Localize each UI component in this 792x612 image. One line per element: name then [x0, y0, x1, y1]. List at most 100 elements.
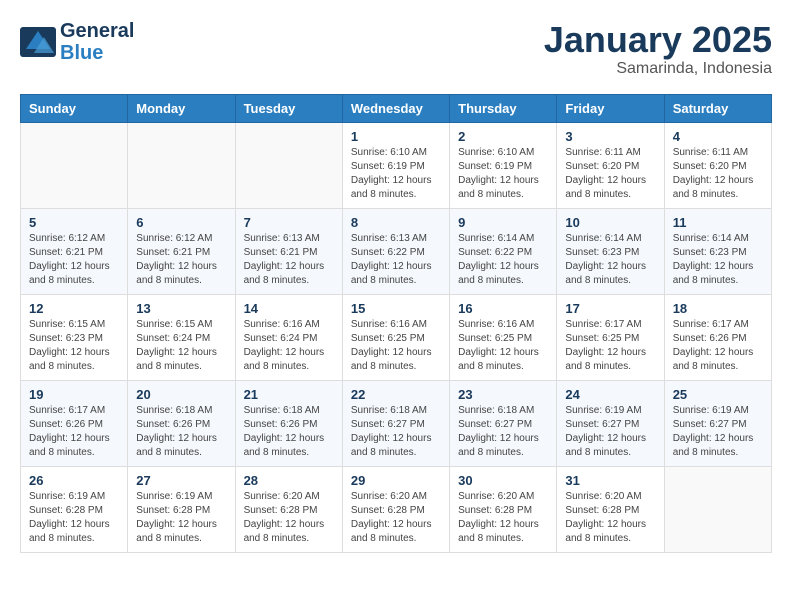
day-number: 30	[458, 473, 548, 488]
day-number: 3	[565, 129, 655, 144]
calendar-cell: 12 Sunrise: 6:15 AM Sunset: 6:23 PM Dayli…	[21, 294, 128, 380]
day-info: Sunrise: 6:13 AM Sunset: 6:22 PM Dayligh…	[351, 232, 441, 288]
day-info: Sunrise: 6:10 AM Sunset: 6:19 PM Dayligh…	[351, 146, 441, 202]
day-number: 6	[136, 215, 226, 230]
calendar-header-row: SundayMondayTuesdayWednesdayThursdayFrid…	[21, 94, 772, 122]
calendar-cell: 14 Sunrise: 6:16 AM Sunset: 6:24 PM Dayli…	[235, 294, 342, 380]
calendar-cell: 30 Sunrise: 6:20 AM Sunset: 6:28 PM Dayli…	[450, 466, 557, 552]
calendar-cell: 1Sunrise: 6:10 AM Sunset: 6:19 PM Daylig…	[342, 122, 449, 208]
calendar-cell: 26 Sunrise: 6:19 AM Sunset: 6:28 PM Dayli…	[21, 466, 128, 552]
day-number: 19	[29, 387, 119, 402]
calendar-cell: 31 Sunrise: 6:20 AM Sunset: 6:28 PM Dayli…	[557, 466, 664, 552]
calendar-cell: 22 Sunrise: 6:18 AM Sunset: 6:27 PM Dayli…	[342, 380, 449, 466]
day-info: Sunrise: 6:18 AM Sunset: 6:27 PM Dayligh…	[351, 404, 441, 460]
calendar-cell: 6 Sunrise: 6:12 AM Sunset: 6:21 PM Daylig…	[128, 208, 235, 294]
title-block: January 2025 Samarinda, Indonesia	[544, 20, 772, 78]
calendar-cell: 27 Sunrise: 6:19 AM Sunset: 6:28 PM Dayli…	[128, 466, 235, 552]
day-number: 12	[29, 301, 119, 316]
day-info: Sunrise: 6:20 AM Sunset: 6:28 PM Dayligh…	[458, 490, 548, 546]
day-info: Sunrise: 6:17 AM Sunset: 6:26 PM Dayligh…	[673, 318, 763, 374]
day-number: 23	[458, 387, 548, 402]
calendar-cell: 4Sunrise: 6:11 AM Sunset: 6:20 PM Daylig…	[664, 122, 771, 208]
day-info: Sunrise: 6:19 AM Sunset: 6:27 PM Dayligh…	[565, 404, 655, 460]
day-number: 14	[244, 301, 334, 316]
calendar-cell: 9Sunrise: 6:14 AM Sunset: 6:22 PM Daylig…	[450, 208, 557, 294]
location-title: Samarinda, Indonesia	[544, 60, 772, 78]
calendar-week-row: 12 Sunrise: 6:15 AM Sunset: 6:23 PM Dayli…	[21, 294, 772, 380]
day-number: 25	[673, 387, 763, 402]
calendar-cell: 13 Sunrise: 6:15 AM Sunset: 6:24 PM Dayli…	[128, 294, 235, 380]
calendar-cell: 3 Sunrise: 6:11 AM Sunset: 6:20 PM Daylig…	[557, 122, 664, 208]
calendar-cell: 16 Sunrise: 6:16 AM Sunset: 6:25 PM Dayli…	[450, 294, 557, 380]
day-info: Sunrise: 6:20 AM Sunset: 6:28 PM Dayligh…	[565, 490, 655, 546]
day-info: Sunrise: 6:16 AM Sunset: 6:25 PM Dayligh…	[458, 318, 548, 374]
day-number: 26	[29, 473, 119, 488]
column-header-monday: Monday	[128, 94, 235, 122]
calendar-cell	[664, 466, 771, 552]
day-info: Sunrise: 6:18 AM Sunset: 6:26 PM Dayligh…	[136, 404, 226, 460]
column-header-thursday: Thursday	[450, 94, 557, 122]
day-number: 13	[136, 301, 226, 316]
calendar-cell: 18 Sunrise: 6:17 AM Sunset: 6:26 PM Dayli…	[664, 294, 771, 380]
day-number: 28	[244, 473, 334, 488]
day-info: Sunrise: 6:13 AM Sunset: 6:21 PM Dayligh…	[244, 232, 334, 288]
column-header-wednesday: Wednesday	[342, 94, 449, 122]
calendar-cell: 10Sunrise: 6:14 AM Sunset: 6:23 PM Dayli…	[557, 208, 664, 294]
calendar-cell: 5Sunrise: 6:12 AM Sunset: 6:21 PM Daylig…	[21, 208, 128, 294]
day-number: 7	[244, 215, 334, 230]
calendar-cell: 23 Sunrise: 6:18 AM Sunset: 6:27 PM Dayli…	[450, 380, 557, 466]
day-number: 11	[673, 215, 763, 230]
day-info: Sunrise: 6:12 AM Sunset: 6:21 PM Dayligh…	[29, 232, 119, 288]
calendar-cell: 17Sunrise: 6:17 AM Sunset: 6:25 PM Dayli…	[557, 294, 664, 380]
day-info: Sunrise: 6:16 AM Sunset: 6:24 PM Dayligh…	[244, 318, 334, 374]
day-info: Sunrise: 6:14 AM Sunset: 6:23 PM Dayligh…	[673, 232, 763, 288]
calendar-week-row: 26 Sunrise: 6:19 AM Sunset: 6:28 PM Dayli…	[21, 466, 772, 552]
day-number: 31	[565, 473, 655, 488]
day-info: Sunrise: 6:19 AM Sunset: 6:28 PM Dayligh…	[136, 490, 226, 546]
column-header-sunday: Sunday	[21, 94, 128, 122]
column-header-saturday: Saturday	[664, 94, 771, 122]
day-info: Sunrise: 6:20 AM Sunset: 6:28 PM Dayligh…	[244, 490, 334, 546]
day-number: 16	[458, 301, 548, 316]
day-info: Sunrise: 6:17 AM Sunset: 6:26 PM Dayligh…	[29, 404, 119, 460]
calendar-cell: 7 Sunrise: 6:13 AM Sunset: 6:21 PM Daylig…	[235, 208, 342, 294]
page-header: General Blue January 2025 Samarinda, Ind…	[20, 20, 772, 78]
logo-text-general: General	[60, 20, 134, 42]
calendar-week-row: 19 Sunrise: 6:17 AM Sunset: 6:26 PM Dayli…	[21, 380, 772, 466]
calendar-week-row: 5Sunrise: 6:12 AM Sunset: 6:21 PM Daylig…	[21, 208, 772, 294]
day-info: Sunrise: 6:15 AM Sunset: 6:23 PM Dayligh…	[29, 318, 119, 374]
calendar-cell: 19 Sunrise: 6:17 AM Sunset: 6:26 PM Dayli…	[21, 380, 128, 466]
calendar-cell: 25 Sunrise: 6:19 AM Sunset: 6:27 PM Dayli…	[664, 380, 771, 466]
day-info: Sunrise: 6:19 AM Sunset: 6:27 PM Dayligh…	[673, 404, 763, 460]
calendar-cell	[128, 122, 235, 208]
day-number: 21	[244, 387, 334, 402]
day-number: 18	[673, 301, 763, 316]
day-info: Sunrise: 6:10 AM Sunset: 6:19 PM Dayligh…	[458, 146, 548, 202]
day-number: 2	[458, 129, 548, 144]
month-title: January 2025	[544, 20, 772, 60]
calendar-cell: 24Sunrise: 6:19 AM Sunset: 6:27 PM Dayli…	[557, 380, 664, 466]
day-number: 15	[351, 301, 441, 316]
day-number: 20	[136, 387, 226, 402]
calendar-week-row: 1Sunrise: 6:10 AM Sunset: 6:19 PM Daylig…	[21, 122, 772, 208]
calendar-table: SundayMondayTuesdayWednesdayThursdayFrid…	[20, 94, 772, 553]
calendar-cell	[21, 122, 128, 208]
logo: General Blue	[20, 20, 134, 64]
calendar-cell: 28 Sunrise: 6:20 AM Sunset: 6:28 PM Dayli…	[235, 466, 342, 552]
day-info: Sunrise: 6:17 AM Sunset: 6:25 PM Dayligh…	[565, 318, 655, 374]
logo-text-blue: Blue	[60, 42, 134, 64]
day-info: Sunrise: 6:16 AM Sunset: 6:25 PM Dayligh…	[351, 318, 441, 374]
day-info: Sunrise: 6:12 AM Sunset: 6:21 PM Dayligh…	[136, 232, 226, 288]
calendar-cell: 11 Sunrise: 6:14 AM Sunset: 6:23 PM Dayli…	[664, 208, 771, 294]
day-info: Sunrise: 6:11 AM Sunset: 6:20 PM Dayligh…	[565, 146, 655, 202]
day-info: Sunrise: 6:19 AM Sunset: 6:28 PM Dayligh…	[29, 490, 119, 546]
day-info: Sunrise: 6:18 AM Sunset: 6:27 PM Dayligh…	[458, 404, 548, 460]
day-info: Sunrise: 6:14 AM Sunset: 6:23 PM Dayligh…	[565, 232, 655, 288]
calendar-cell: 29Sunrise: 6:20 AM Sunset: 6:28 PM Dayli…	[342, 466, 449, 552]
calendar-cell: 8Sunrise: 6:13 AM Sunset: 6:22 PM Daylig…	[342, 208, 449, 294]
day-number: 22	[351, 387, 441, 402]
day-info: Sunrise: 6:15 AM Sunset: 6:24 PM Dayligh…	[136, 318, 226, 374]
day-info: Sunrise: 6:20 AM Sunset: 6:28 PM Dayligh…	[351, 490, 441, 546]
day-number: 27	[136, 473, 226, 488]
calendar-cell	[235, 122, 342, 208]
